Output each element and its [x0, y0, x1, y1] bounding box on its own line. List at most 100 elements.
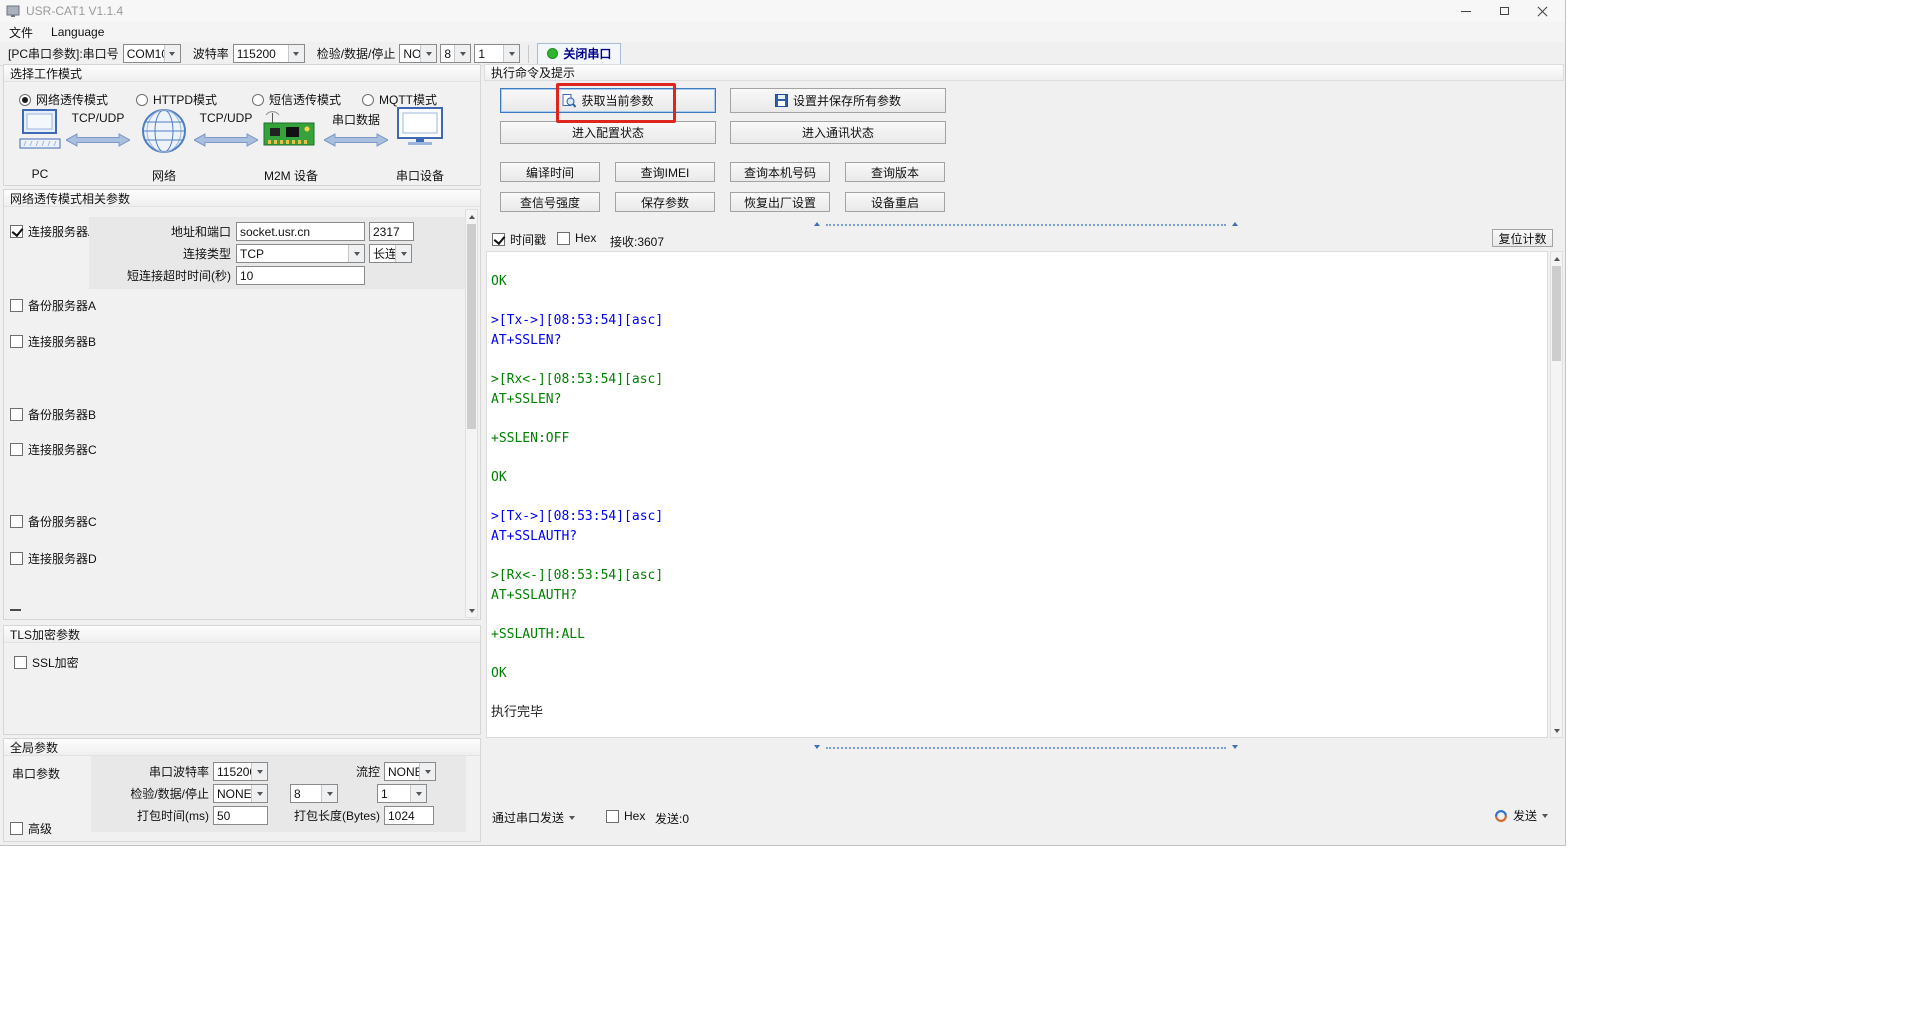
splitter-arrow-icon[interactable] — [1232, 745, 1238, 749]
close-port-button[interactable]: 关闭串口 — [537, 42, 622, 65]
splitter-arrow-icon[interactable] — [814, 745, 820, 749]
checkbox-icon[interactable] — [10, 335, 23, 348]
net-params-scrollbar[interactable] — [465, 209, 478, 618]
log-bottom-splitter[interactable] — [812, 744, 1240, 752]
send-via-label: 通过串口发送 — [492, 811, 565, 825]
grid-button-2[interactable]: 查询本机号码 — [730, 162, 830, 182]
global-parity-select[interactable]: NONE — [213, 784, 268, 803]
work-mode-group: 选择工作模式 网络透传模式 HTTPD模式 短信透传模式 MQTT模式 PC TCP/… — [3, 64, 481, 186]
menubar: 文件 Language — [0, 22, 1565, 43]
checkbox-icon[interactable] — [606, 809, 619, 823]
timestamp-checkbox-row[interactable]: 时间戳 — [492, 231, 546, 248]
send-hex-checkbox-row[interactable]: Hex — [606, 809, 645, 823]
chevron-down-icon[interactable] — [454, 45, 471, 62]
server-checkbox-row-1[interactable]: 连接服务器B — [10, 333, 96, 350]
checkbox-icon[interactable] — [10, 822, 23, 835]
checkbox-icon[interactable] — [557, 231, 570, 245]
radio-icon[interactable] — [362, 93, 374, 106]
close-button[interactable] — [1523, 0, 1561, 22]
serial-device-icon — [396, 107, 444, 149]
databits-value: 8 — [444, 46, 452, 61]
set-save-params-button[interactable]: 设置并保存所有参数 — [730, 88, 946, 113]
mode-diagram: PC TCP/UDP 网络 TCP/UDP M2M 设备 串口数据 串口设备 — [4, 105, 482, 185]
get-params-button[interactable]: 获取当前参数 — [500, 88, 716, 113]
scroll-up-icon[interactable] — [466, 210, 477, 223]
checkbox-icon[interactable] — [10, 408, 23, 421]
ssl-checkbox-row[interactable]: SSL加密 — [14, 654, 79, 671]
baud-select[interactable]: 115200 — [232, 44, 305, 63]
chevron-down-icon[interactable] — [321, 785, 337, 802]
app-icon[interactable] — [6, 4, 20, 18]
flow-control-select[interactable]: NONE — [384, 762, 436, 781]
flow-control-value: NONE — [388, 764, 419, 779]
radio-icon[interactable] — [19, 93, 31, 106]
log-line: 执行完毕 — [491, 705, 544, 721]
server-checkbox-row-4[interactable]: 备份服务器C — [10, 513, 97, 530]
stopbits-select[interactable]: 1 — [474, 44, 521, 63]
server-checkbox-row-0[interactable]: 备份服务器A — [10, 297, 96, 314]
grid-button-4[interactable]: 查信号强度 — [500, 192, 600, 212]
log-scrollbar[interactable] — [1550, 251, 1563, 738]
server-checkbox-row-2[interactable]: 备份服务器B — [10, 406, 96, 423]
pack-length-input[interactable] — [384, 806, 434, 825]
chevron-down-icon[interactable] — [251, 785, 267, 802]
menu-file[interactable]: 文件 — [0, 22, 42, 42]
splitter-arrow-icon[interactable] — [814, 222, 820, 226]
server-checkbox-row-5[interactable]: 连接服务器D — [10, 550, 97, 567]
grid-button-6[interactable]: 恢复出厂设置 — [730, 192, 830, 212]
chevron-down-icon[interactable] — [420, 45, 437, 62]
chevron-down-icon[interactable] — [163, 45, 180, 62]
log-top-splitter[interactable] — [812, 221, 1240, 229]
pack-time-input[interactable] — [213, 806, 268, 825]
scroll-down-icon[interactable] — [1551, 724, 1562, 737]
radio-icon[interactable] — [252, 93, 264, 106]
enter-config-button[interactable]: 进入配置状态 — [500, 121, 716, 144]
send-via-dropdown[interactable]: 通过串口发送 — [492, 809, 576, 826]
grid-button-0[interactable]: 编译时间 — [500, 162, 600, 182]
grid-button-7[interactable]: 设备重启 — [845, 192, 945, 212]
menu-language[interactable]: Language — [42, 22, 113, 42]
global-params-group: 全局参数 串口参数 串口波特率 115200 流控 NONE 检验/数据/停止 … — [3, 738, 481, 842]
global-baud-select[interactable]: 115200 — [213, 762, 268, 781]
enter-comm-button[interactable]: 进入通讯状态 — [730, 121, 946, 144]
recv-hex-checkbox-row[interactable]: Hex — [557, 231, 596, 245]
send-button[interactable]: 发送 — [1494, 807, 1549, 824]
log-line: +SSLEN:OFF — [491, 430, 570, 446]
chevron-down-icon[interactable] — [251, 763, 267, 780]
global-databits-select[interactable]: 8 — [290, 784, 338, 803]
checkbox-icon[interactable] — [10, 299, 23, 312]
chevron-down-icon[interactable] — [419, 763, 435, 780]
server-checkbox-row-3[interactable]: 连接服务器C — [10, 441, 97, 458]
grid-button-3[interactable]: 查询版本 — [845, 162, 945, 182]
parity-select[interactable]: NONI — [399, 44, 438, 63]
splitter-arrow-icon[interactable] — [1232, 222, 1238, 226]
maximize-button[interactable] — [1485, 0, 1523, 22]
scroll-down-icon[interactable] — [466, 604, 477, 617]
checkbox-icon[interactable] — [492, 233, 505, 246]
radio-icon[interactable] — [136, 93, 148, 106]
advanced-checkbox-row[interactable]: 高级 — [10, 820, 52, 837]
log-line: AT+SSLEN? — [491, 332, 562, 348]
checkbox-icon[interactable] — [10, 443, 23, 456]
port-select[interactable]: COM10 — [122, 44, 181, 63]
reset-counter-button[interactable]: 复位计数 — [1492, 229, 1553, 247]
databits-select[interactable]: 8 — [440, 44, 472, 63]
checkbox-icon[interactable] — [10, 552, 23, 565]
scrollbar-thumb[interactable] — [1552, 266, 1561, 361]
chevron-down-icon[interactable] — [410, 785, 426, 802]
chevron-down-icon[interactable] — [503, 45, 520, 62]
minimize-button[interactable] — [1447, 0, 1485, 22]
checkbox-icon[interactable] — [10, 515, 23, 528]
scrollbar-thumb[interactable] — [467, 224, 476, 429]
grid-button-1[interactable]: 查询IMEI — [615, 162, 715, 182]
grid-button-5[interactable]: 保存参数 — [615, 192, 715, 212]
flow-control-label: 流控 — [355, 765, 380, 779]
checkbox-icon[interactable] — [14, 656, 27, 669]
chevron-down-icon[interactable] — [287, 45, 304, 62]
global-stopbits-select[interactable]: 1 — [377, 784, 427, 803]
scroll-up-icon[interactable] — [1551, 252, 1562, 265]
log-area[interactable]: OK >[Tx->][08:53:54][asc] AT+SSLEN? >[Rx<… — [486, 251, 1548, 738]
